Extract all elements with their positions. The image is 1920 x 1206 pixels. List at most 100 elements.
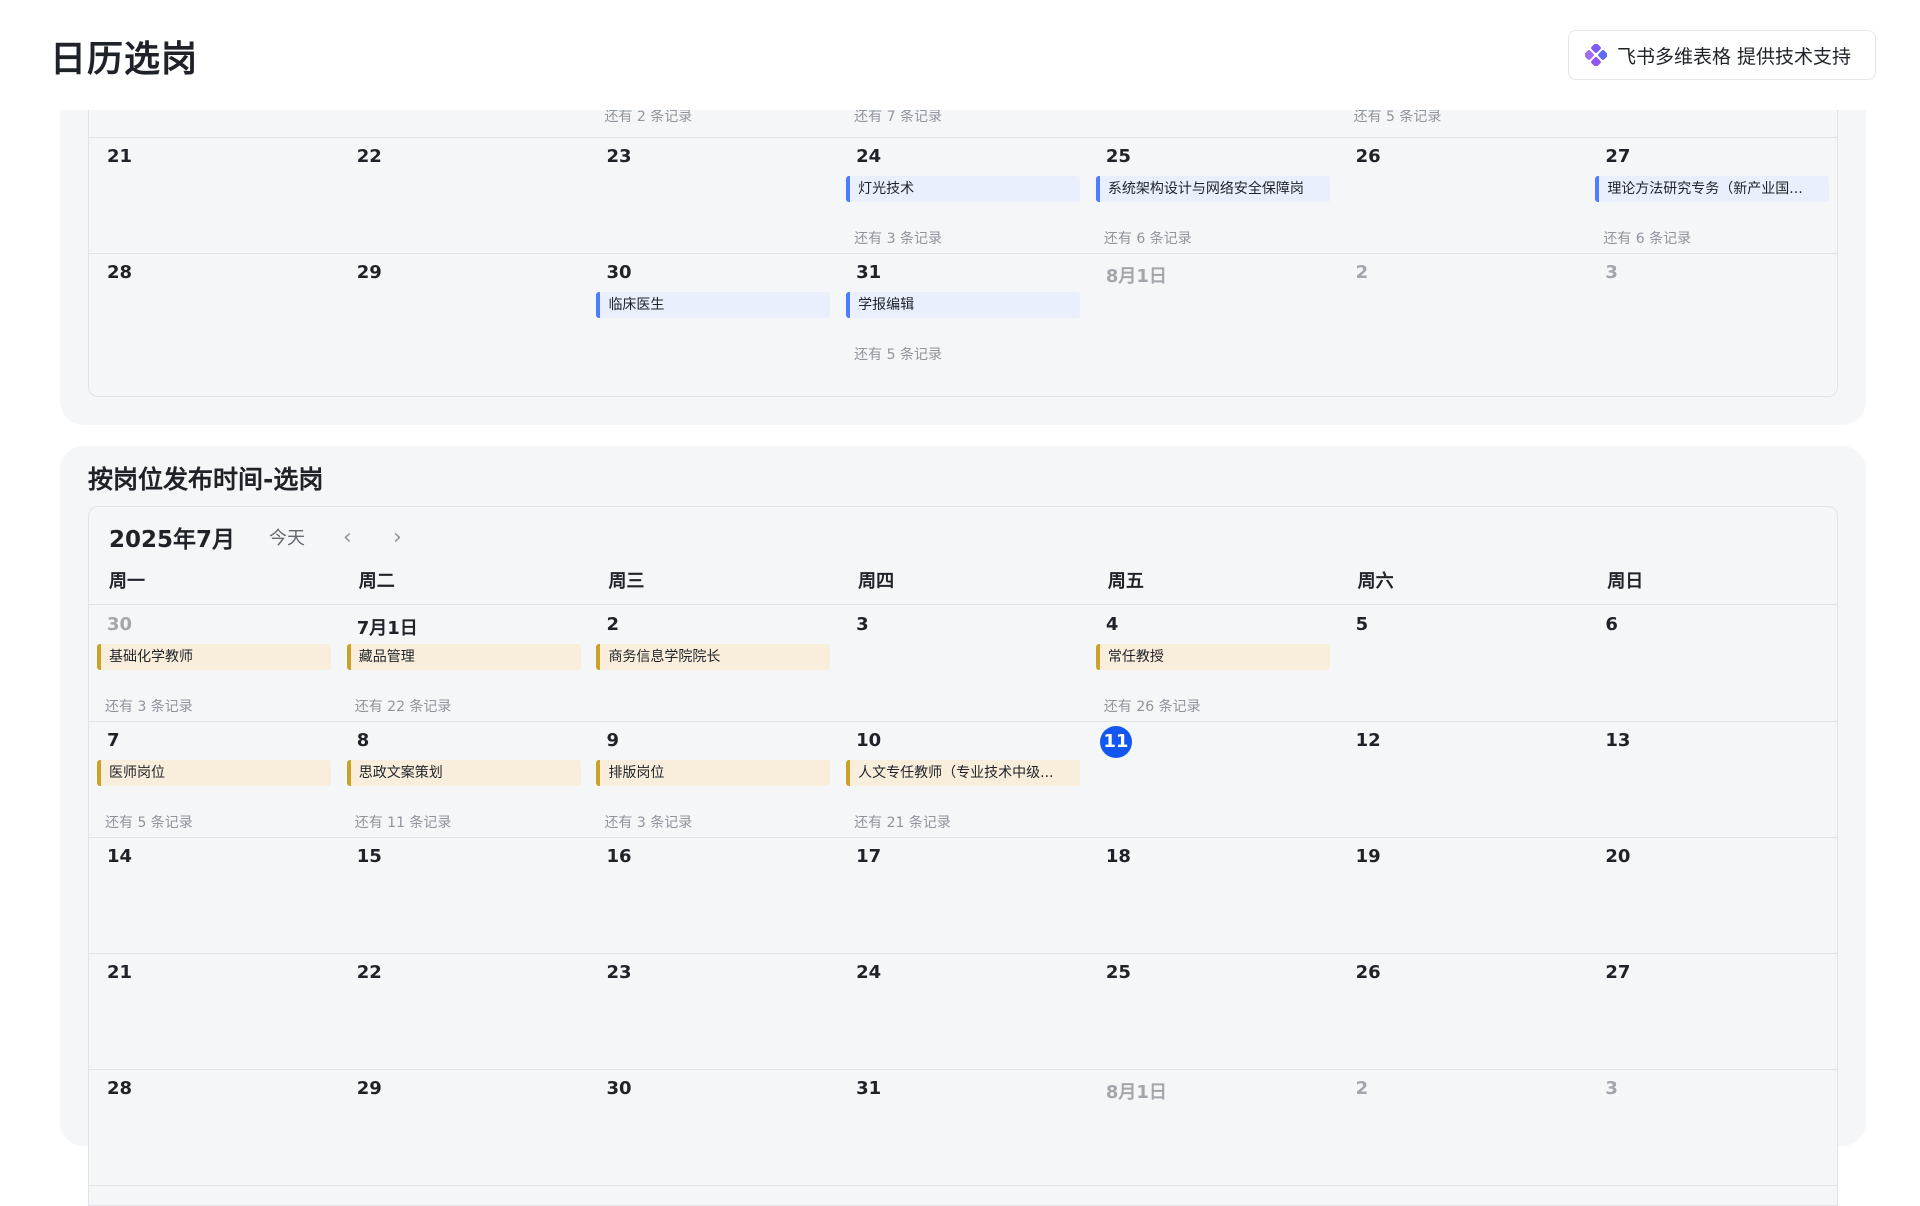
more-records-link[interactable]: 还有 6 条记录 [1104,228,1192,248]
calendar-day-cell[interactable]: 21 [89,138,339,253]
day-number: 2 [1355,1078,1369,1099]
day-number: 8月1日 [1105,1082,1167,1103]
calendar-day-cell[interactable]: 15 [339,838,589,953]
day-number: 24 [856,146,882,167]
page-title: 日历选岗 [50,39,199,80]
calendar-day-cell[interactable]: 30 临床医生 [588,254,838,370]
calendar-day-cell[interactable]: 31 [838,1070,1088,1185]
calendar-day-cell[interactable]: 3 [1587,1070,1837,1185]
more-records-link[interactable]: 还有 6 条记录 [1603,228,1691,248]
calendar-day-cell[interactable]: 24 灯光技术还有 3 条记录 [838,138,1088,253]
day-number: 26 [1355,962,1381,983]
day-number: 28 [107,1078,133,1099]
event-chip[interactable]: 灯光技术 [846,176,1081,202]
calendar-day-cell[interactable]: 30 [588,1070,838,1185]
calendar-day-cell[interactable]: 26 [1338,954,1588,1069]
today-button[interactable]: 今天 [269,524,343,550]
calendar-day-cell[interactable]: 23 [588,138,838,253]
calendar-day-cell[interactable]: 3 [838,606,1088,721]
event-chip[interactable]: 商务信息学院院长 [596,644,831,670]
calendar-day-cell[interactable]: 2 [1338,254,1588,370]
calendar-day-cell[interactable]: 9 排版岗位 还有 3 条记录 [588,722,838,837]
day-number: 22 [356,146,382,167]
powered-by-badge[interactable]: 飞书多维表格 提供技术支持 [1568,30,1876,80]
calendar-day-cell[interactable]: 5 [1338,606,1588,721]
calendar-day-cell[interactable]: 31 学报编辑 还有 5 条记录 [838,254,1088,370]
event-chip[interactable]: 临床医生 [596,292,831,318]
calendar-day-cell[interactable]: 29 [339,254,589,370]
weekday-header: 周一 周二 周三 周四 周五 周六 周日 [89,567,1837,605]
more-records-link[interactable]: 还有 11 条记录 [355,812,452,832]
day-number: 21 [107,146,133,167]
calendar-day-cell[interactable]: 18 [1088,838,1338,953]
calendar-day-cell[interactable]: 13 [1587,722,1837,837]
calendar-day-cell[interactable]: 27 理论方法研究专务（新产业国... 还有 6 条记录 [1587,138,1837,253]
calendar-day-cell[interactable]: 14 [89,838,339,953]
calendar-day-cell[interactable]: 28 [89,254,339,370]
calendar-day-cell[interactable]: 10 人文专任教师（专业技术中级... 还有 21 条记录 [838,722,1088,837]
more-records-link[interactable]: 还有 3 条记录 [854,228,942,248]
calendar-day-cell[interactable]: 2 商务信息学院院长 [588,606,838,721]
calendar-day-cell[interactable]: 20 [1587,838,1837,953]
calendar-day-cell[interactable]: 21 [89,954,339,1069]
event-chip[interactable]: 理论方法研究专务（新产业国... [1595,176,1830,202]
calendar-week-row: 28 29 30 临床医生 31 学报编辑 还有 5 条记录 8月1日 2 3 [89,254,1837,370]
more-records-link[interactable]: 还有 21 条记录 [854,812,951,832]
calendar-day-cell[interactable]: 26 [1338,138,1588,253]
calendar-day-cell[interactable]: 4 常任教授还有 26 条记录 [1088,606,1338,721]
day-number: 27 [1605,962,1631,983]
calendar-day-cell[interactable]: 6 [1587,606,1837,721]
calendar-day-cell[interactable]: 11 [1088,722,1338,837]
calendar-day-cell[interactable]: 19 [1338,838,1588,953]
calendar-day-cell[interactable]: 25 系统架构设计与网络安全保障岗 还有 6 条记录 [1088,138,1338,253]
more-records-link[interactable]: 还有 3 条记录 [604,812,692,832]
calendar-day-cell[interactable]: 29 [339,1070,589,1185]
calendar-day-cell[interactable]: 8 思政文案策划 还有 11 条记录 [339,722,589,837]
event-chip[interactable]: 学报编辑 [846,292,1081,318]
calendar-day-cell[interactable]: 27 [1587,954,1837,1069]
day-number: 19 [1355,846,1381,867]
chevron-left-icon[interactable]: ‹ [343,525,393,550]
calendar-day-cell[interactable]: 2 [1338,1070,1588,1185]
calendar-day-cell[interactable]: 16 [588,838,838,953]
event-chip[interactable]: 藏品管理 [346,644,581,670]
calendar-card-top: 还有 2 条记录 还有 7 条记录 还有 5 条记录 21 22 23 24 灯光技术 还有 3… [60,38,1866,425]
calendar-day-cell[interactable]: 8月1日 [1088,1070,1338,1185]
calendar-day-cell[interactable]: 28 [89,1070,339,1185]
calendar-card-bottom: 按岗位发布时间-选岗 2025年7月 今天 ‹ › 周一 周二 周三 周四 周五 周六 周日… [60,446,1866,1206]
event-chip[interactable]: 思政文案策划 [346,760,581,786]
calendar-day-cell[interactable]: 17 [838,838,1088,953]
event-chip[interactable]: 人文专任教师（专业技术中级... [846,760,1081,786]
event-chip[interactable]: 排版岗位 [596,760,831,786]
more-records-link[interactable]: 还有 22 条记录 [355,696,452,716]
more-records-link[interactable]: 还有 26 条记录 [1104,696,1201,716]
top-bar: 日历选岗 飞书多维表格 提供技术支持 [0,0,1920,110]
event-chip[interactable]: 基础化学教师 [97,644,331,670]
calendar-title: 按岗位发布时间-选岗 [88,465,324,494]
more-records-link[interactable]: 还有 3 条记录 [105,696,193,716]
more-records-link[interactable]: 还有 5 条记录 [105,812,193,832]
day-number: 22 [356,962,382,983]
calendar-grid-top[interactable]: 还有 2 条记录 还有 7 条记录 还有 5 条记录 21 22 23 24 灯光技术 还有 3… [88,38,1838,397]
event-chip[interactable]: 系统架构设计与网络安全保障岗 [1095,176,1330,202]
calendar-day-cell[interactable]: 22 [339,954,589,1069]
calendar-day-cell[interactable]: 24 [838,954,1088,1069]
calendar-day-cell[interactable]: 7 医师岗位 还有 5 条记录 [89,722,339,837]
calendar-day-cell[interactable]: 8月1日 [1088,254,1338,370]
calendar-day-cell[interactable]: 12 [1338,722,1588,837]
more-records-link[interactable]: 还有 5 条记录 [854,344,942,364]
calendar-day-cell[interactable]: 25 [1088,954,1338,1069]
weekday-label: 周一 [109,571,145,592]
day-number: 8月1日 [1105,266,1167,287]
calendar-day-cell[interactable]: 7月1日 藏品管理 还有 22 条记录 [339,606,589,721]
chevron-right-icon[interactable]: › [393,525,443,550]
calendar-day-cell[interactable]: 23 [588,954,838,1069]
calendar-grid-bottom[interactable]: 2025年7月 今天 ‹ › 周一 周二 周三 周四 周五 周六 周日 30 基础化学教师 还有… [88,506,1838,1206]
calendar-day-cell[interactable]: 3 [1587,254,1837,370]
day-number: 10 [856,730,882,751]
event-chip[interactable]: 医师岗位 [97,760,331,786]
calendar-day-cell[interactable]: 22 [339,138,589,253]
event-chip[interactable]: 常任教授 [1095,644,1330,670]
day-number: 4 [1105,614,1119,635]
calendar-day-cell[interactable]: 30 基础化学教师 还有 3 条记录 [89,606,339,721]
